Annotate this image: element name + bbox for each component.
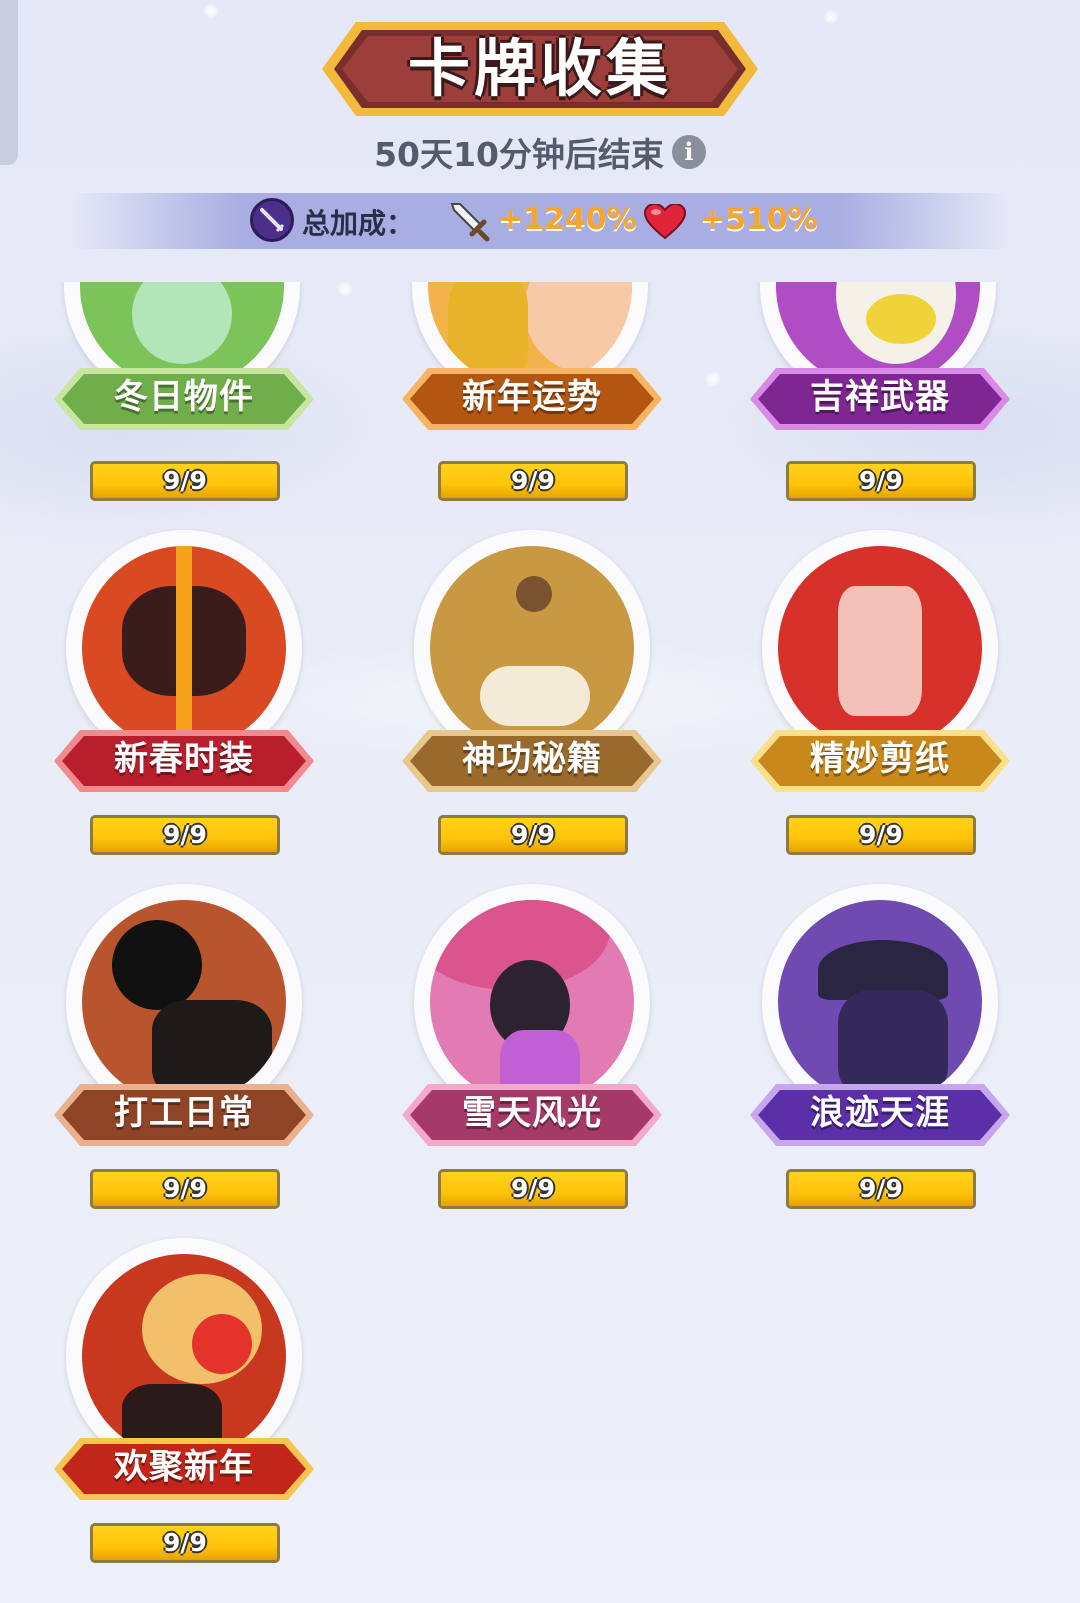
card-winter-items[interactable]: 冬日物件 bbox=[54, 168, 314, 430]
info-icon[interactable]: i bbox=[671, 135, 706, 169]
progress-label: 9/9 bbox=[511, 1174, 555, 1203]
card-ribbon: 精妙剪纸 bbox=[750, 728, 1010, 794]
card-name: 欢聚新年 bbox=[114, 1447, 254, 1487]
card-progress: 9/9 bbox=[438, 1169, 628, 1209]
card-name: 打工日常 bbox=[114, 1093, 254, 1133]
card-progress: 9/9 bbox=[90, 815, 280, 855]
card-ribbon: 雪天风光 bbox=[402, 1082, 662, 1148]
card-snow-scenery[interactable]: 雪天风光 bbox=[402, 884, 662, 1146]
card-ribbon: 冬日物件 bbox=[54, 366, 314, 432]
card-progress: 9/9 bbox=[90, 1523, 280, 1563]
card-progress: 9/9 bbox=[438, 461, 628, 501]
snowflake bbox=[204, 4, 218, 18]
card-progress: 9/9 bbox=[90, 1169, 280, 1209]
progress-label: 9/9 bbox=[511, 820, 555, 849]
card-progress: 9/9 bbox=[786, 815, 976, 855]
card-name: 雪天风光 bbox=[462, 1093, 602, 1133]
card-spring-outfit[interactable]: 新春时装 bbox=[54, 530, 314, 792]
card-ribbon: 打工日常 bbox=[54, 1082, 314, 1148]
card-name: 新年运势 bbox=[462, 377, 602, 417]
card-new-year-fortune[interactable]: 新年运势 bbox=[402, 168, 662, 430]
card-new-year-gathering[interactable]: 欢聚新年 bbox=[54, 1238, 314, 1500]
progress-label: 9/9 bbox=[859, 466, 903, 495]
progress-label: 9/9 bbox=[859, 1174, 903, 1203]
card-progress: 9/9 bbox=[90, 461, 280, 501]
card-ribbon: 浪迹天涯 bbox=[750, 1082, 1010, 1148]
card-ribbon: 新春时装 bbox=[54, 728, 314, 794]
card-name: 冬日物件 bbox=[114, 377, 254, 417]
card-name: 新春时装 bbox=[114, 739, 254, 779]
card-ribbon: 欢聚新年 bbox=[54, 1436, 314, 1502]
card-paper-cutting[interactable]: 精妙剪纸 bbox=[750, 530, 1010, 792]
progress-label: 9/9 bbox=[163, 1528, 207, 1557]
card-name: 精妙剪纸 bbox=[810, 739, 950, 779]
progress-label: 9/9 bbox=[163, 820, 207, 849]
card-name: 吉祥武器 bbox=[810, 377, 950, 417]
page-title: 卡牌收集 bbox=[407, 32, 672, 105]
card-progress: 9/9 bbox=[438, 815, 628, 855]
card-progress: 9/9 bbox=[786, 1169, 976, 1209]
card-name: 神功秘籍 bbox=[462, 739, 602, 779]
card-daily-work[interactable]: 打工日常 bbox=[54, 884, 314, 1146]
progress-label: 9/9 bbox=[163, 1174, 207, 1203]
card-progress: 9/9 bbox=[786, 461, 976, 501]
bonus-label: 总加成： bbox=[302, 207, 415, 240]
card-ribbon: 新年运势 bbox=[402, 366, 662, 432]
card-name: 浪迹天涯 bbox=[810, 1093, 950, 1133]
card-lucky-weapons[interactable]: 吉祥武器 bbox=[750, 168, 1010, 430]
card-wandering[interactable]: 浪迹天涯 bbox=[750, 884, 1010, 1146]
progress-label: 9/9 bbox=[511, 466, 555, 495]
progress-label: 9/9 bbox=[859, 820, 903, 849]
card-martial-manual[interactable]: 神功秘籍 bbox=[402, 530, 662, 792]
progress-label: 9/9 bbox=[163, 466, 207, 495]
snowflake bbox=[824, 10, 838, 24]
title-banner: 卡牌收集 bbox=[322, 18, 758, 120]
card-ribbon: 吉祥武器 bbox=[750, 366, 1010, 432]
card-ribbon: 神功秘籍 bbox=[402, 728, 662, 794]
